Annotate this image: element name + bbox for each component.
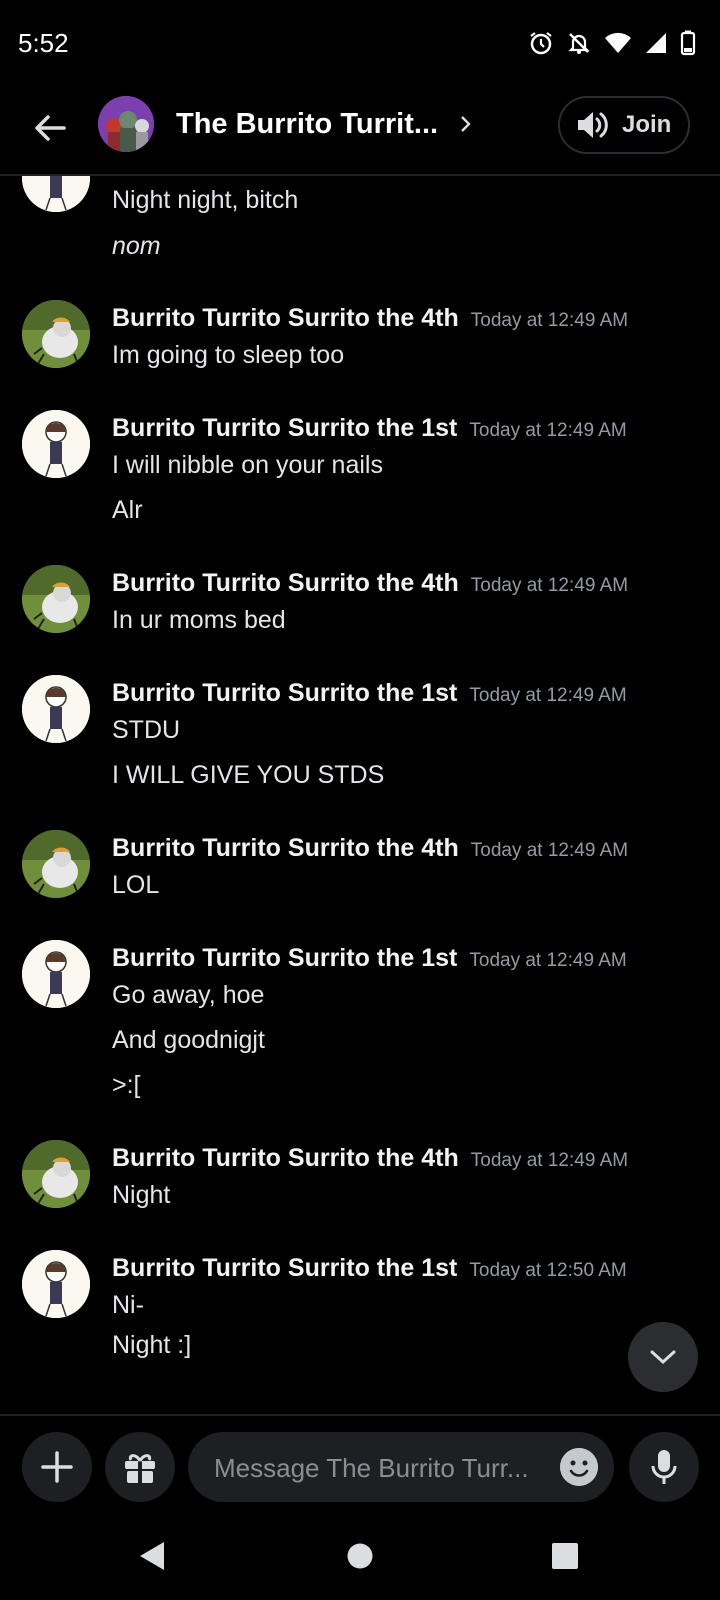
message-text: In ur moms bed: [112, 606, 286, 634]
wifi-icon: [605, 32, 631, 53]
message-text: STDU: [112, 716, 181, 744]
avatar[interactable]: [22, 300, 90, 368]
message-text: Night :]: [112, 1331, 192, 1359]
cellular-signal-icon: [646, 33, 666, 53]
author-name[interactable]: Burrito Turrito Surrito the 1st: [112, 944, 457, 972]
avatar[interactable]: [22, 410, 90, 478]
message-author[interactable]: Burrito Turrito Surrito the 1st Today at …: [112, 944, 627, 973]
add-attachment-button[interactable]: [22, 1432, 92, 1502]
speaker-icon: [578, 112, 608, 138]
group-avatar[interactable]: [98, 96, 154, 152]
back-arrow-icon[interactable]: [28, 106, 72, 150]
status-icons: [528, 30, 696, 56]
nav-home-button[interactable]: [340, 1536, 380, 1576]
message-input[interactable]: [212, 1432, 536, 1504]
message-timestamp: Today at 12:49 AM: [469, 950, 627, 971]
message-text: I will nibble on your nails: [112, 451, 383, 479]
author-name[interactable]: Burrito Turrito Surrito the 1st: [112, 679, 457, 707]
message-timestamp: Today at 12:49 AM: [470, 310, 629, 331]
avatar[interactable]: [22, 1250, 90, 1318]
message-list[interactable]: Night night, bitch nom Burrito Turrito S…: [0, 176, 720, 1414]
message-timestamp: Today at 12:49 AM: [470, 840, 629, 861]
status-time: 5:52: [18, 28, 69, 58]
nav-recents-button[interactable]: [545, 1536, 585, 1576]
join-label: Join: [622, 111, 672, 138]
message-text: LOL: [112, 871, 160, 899]
gift-icon: [125, 1454, 155, 1483]
notifications-off-icon: [568, 33, 590, 54]
message-text: I WILL GIVE YOU STDS: [112, 761, 385, 789]
message-author[interactable]: Burrito Turrito Surrito the 1st Today at …: [112, 414, 627, 443]
chevron-right-icon[interactable]: [458, 112, 474, 136]
message-timestamp: Today at 12:49 AM: [470, 575, 629, 596]
discord-chat-screen: 5:52 The Burrito Turrit... Join Night ni…: [0, 0, 720, 1600]
channel-header: The Burrito Turrit... Join: [0, 88, 720, 176]
message-author[interactable]: Burrito Turrito Surrito the 4th Today at …: [112, 1144, 628, 1173]
author-name[interactable]: Burrito Turrito Surrito the 1st: [112, 1254, 457, 1282]
jump-to-present-button[interactable]: [628, 1322, 698, 1392]
message-composer: [0, 1414, 720, 1516]
status-bar: 5:52: [0, 0, 720, 88]
avatar[interactable]: [22, 1140, 90, 1208]
message-text: Alr: [112, 496, 143, 524]
message-timestamp: Today at 12:49 AM: [469, 420, 627, 441]
message-author[interactable]: Burrito Turrito Surrito the 1st Today at …: [112, 679, 627, 708]
battery-icon: [680, 30, 696, 56]
message-text: Go away, hoe: [112, 981, 265, 1009]
author-name[interactable]: Burrito Turrito Surrito the 4th: [112, 834, 459, 862]
message-text: >:[: [112, 1071, 141, 1099]
gift-button[interactable]: [105, 1432, 175, 1502]
circle-home-icon: [347, 1543, 373, 1569]
message-text: Night night, bitch: [112, 186, 299, 214]
message-timestamp: Today at 12:49 AM: [469, 685, 627, 706]
channel-title[interactable]: The Burrito Turrit...: [176, 108, 438, 141]
message-author[interactable]: Burrito Turrito Surrito the 1st Today at …: [112, 1254, 627, 1283]
author-name[interactable]: Burrito Turrito Surrito the 1st: [112, 414, 457, 442]
square-recents-icon: [552, 1543, 578, 1569]
avatar[interactable]: [22, 675, 90, 743]
message-author[interactable]: Burrito Turrito Surrito the 4th Today at …: [112, 304, 628, 333]
alarm-icon: [530, 32, 552, 55]
message-text: Ni-: [112, 1291, 144, 1319]
avatar[interactable]: [22, 565, 90, 633]
smiley-icon: [560, 1448, 598, 1486]
avatar[interactable]: [22, 830, 90, 898]
message-timestamp: Today at 12:49 AM: [470, 1150, 629, 1171]
plus-icon: [41, 1451, 73, 1483]
message-author[interactable]: Burrito Turrito Surrito the 4th Today at …: [112, 834, 628, 863]
emoji-button[interactable]: [560, 1448, 598, 1486]
join-voice-button[interactable]: Join: [558, 96, 690, 154]
nav-back-button[interactable]: [132, 1536, 172, 1576]
author-name[interactable]: Burrito Turrito Surrito the 4th: [112, 304, 459, 332]
author-name[interactable]: Burrito Turrito Surrito the 4th: [112, 569, 459, 597]
system-navigation-bar: [0, 1516, 720, 1600]
chevron-down-icon: [650, 1350, 676, 1365]
avatar[interactable]: [22, 176, 90, 212]
voice-message-button[interactable]: [629, 1432, 699, 1502]
avatar[interactable]: [22, 940, 90, 1008]
message-author[interactable]: Burrito Turrito Surrito the 4th Today at …: [112, 569, 628, 598]
message-text: And goodnigjt: [112, 1026, 265, 1054]
message-timestamp: Today at 12:50 AM: [469, 1260, 627, 1281]
author-name[interactable]: Burrito Turrito Surrito the 4th: [112, 1144, 459, 1172]
microphone-icon: [651, 1450, 677, 1484]
message-input-container: [188, 1432, 614, 1504]
triangle-back-icon: [140, 1542, 164, 1570]
message-text: nom: [112, 232, 161, 260]
message-text: Night: [112, 1181, 171, 1209]
message-text: Im going to sleep too: [112, 341, 345, 369]
